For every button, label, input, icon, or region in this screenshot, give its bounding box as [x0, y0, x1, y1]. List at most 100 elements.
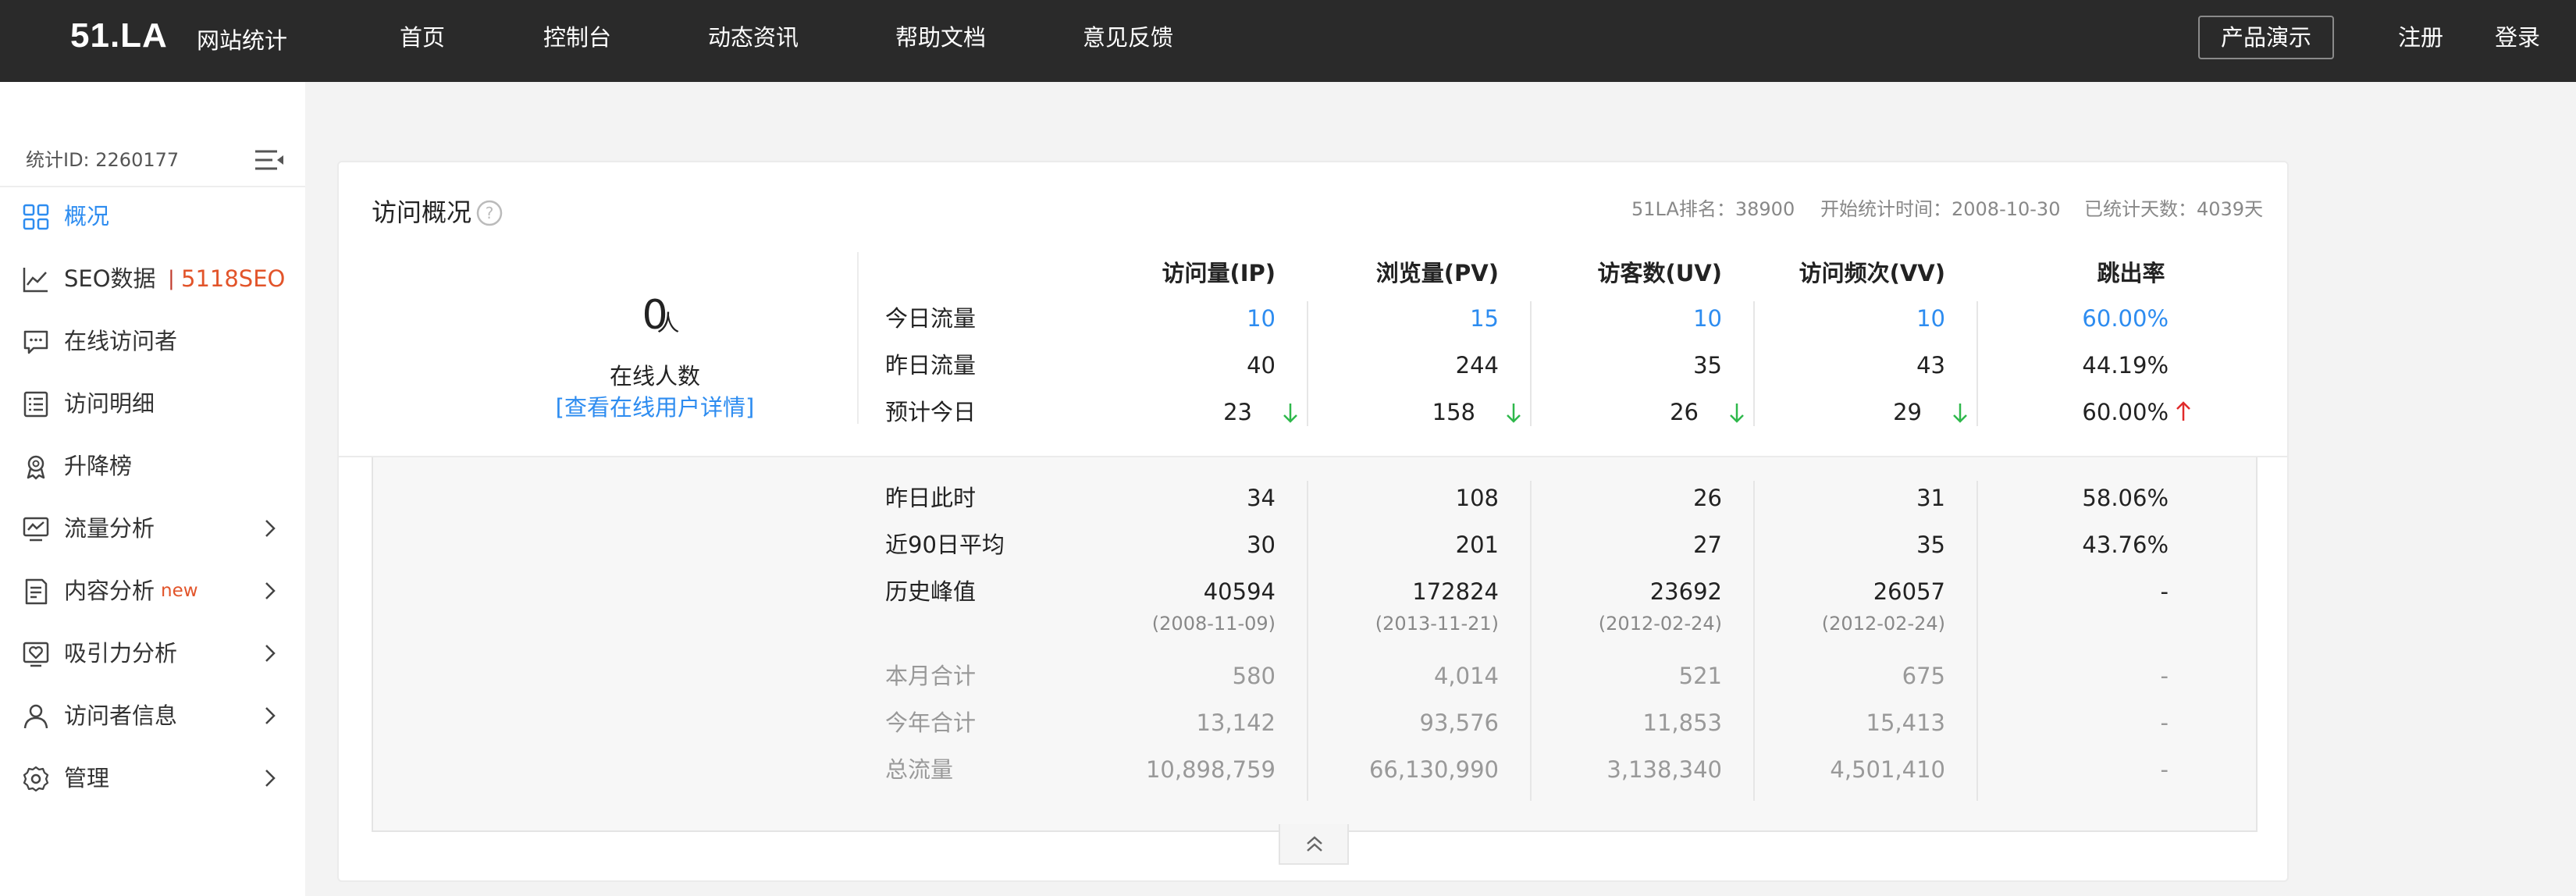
- monitor-chart-icon: [23, 517, 49, 542]
- sidebar-item-traffic-analysis[interactable]: 流量分析: [0, 505, 305, 552]
- sidebar-item-label: 管理: [64, 765, 110, 791]
- col-header-ip: 访问量(IP): [1162, 260, 1276, 286]
- row-label-yesterday-now: 昨日此时: [885, 485, 977, 511]
- cell-forecast-ip: 23: [1223, 399, 1252, 425]
- logo-subtitle: 网站统计: [197, 27, 288, 54]
- chat-icon: [23, 330, 48, 354]
- register-link[interactable]: 注册: [2398, 22, 2443, 53]
- sidebar-item-overview[interactable]: 概况: [0, 193, 305, 240]
- cell-peak-bounce: -: [2160, 578, 2169, 605]
- cell-ydn-pv: 108: [1455, 485, 1499, 511]
- sidebar-item-attraction-analysis[interactable]: 吸引力分析: [0, 630, 305, 677]
- nav-feedback[interactable]: 意见反馈: [1083, 22, 1173, 53]
- arrow-down-icon: [1283, 404, 1297, 423]
- sidebar-item-label: 升降榜: [64, 453, 133, 479]
- sidebar-item-content-analysis[interactable]: 内容分析 new: [0, 567, 305, 614]
- sidebar-item-visitor-info[interactable]: 访问者信息: [0, 692, 305, 739]
- column-divider: [1307, 301, 1308, 426]
- cell-month-uv: 521: [1678, 663, 1722, 689]
- nav-console[interactable]: 控制台: [543, 22, 611, 53]
- sidebar-item-visit-details[interactable]: 访问明细: [0, 380, 305, 427]
- row-label-peak: 历史峰值: [885, 578, 977, 605]
- column-divider: [1976, 301, 1978, 426]
- cell-year-pv: 93,576: [1419, 709, 1499, 736]
- arrow-up-icon: [2176, 401, 2190, 421]
- product-demo-button[interactable]: 产品演示: [2198, 16, 2334, 59]
- cell-month-vv: 675: [1902, 663, 1945, 689]
- cell-yesterday-uv: 35: [1693, 352, 1722, 379]
- help-icon[interactable]: ?: [476, 200, 503, 226]
- cell-peak-pv: 172824: [1412, 578, 1499, 605]
- col-header-pv: 浏览量(PV): [1375, 260, 1499, 286]
- cell-peak-uv: 23692: [1649, 578, 1722, 605]
- column-divider: [1307, 481, 1308, 801]
- login-link[interactable]: 登录: [2495, 22, 2540, 53]
- peak-date-ip: (2008-11-09): [1151, 613, 1276, 635]
- sidebar: 统计ID: 2260177 概况 SEO数据 | 5118SEO 在线访问者 访…: [0, 82, 305, 896]
- rank-text: 51LA排名：38900: [1631, 198, 1795, 220]
- online-unit: 人: [656, 310, 680, 336]
- nav-help-docs[interactable]: 帮助文档: [895, 22, 986, 53]
- nav-news[interactable]: 动态资讯: [708, 22, 799, 53]
- cell-forecast-uv: 26: [1670, 399, 1699, 425]
- cell-ydn-ip: 34: [1247, 485, 1276, 511]
- sidebar-item-manage[interactable]: 管理: [0, 755, 305, 802]
- sidebar-item-label: 流量分析: [64, 515, 155, 542]
- sidebar-item-rank-changes[interactable]: 升降榜: [0, 443, 305, 489]
- gear-icon: [23, 766, 49, 792]
- nav-home[interactable]: 首页: [400, 22, 445, 53]
- cell-ydn-uv: 26: [1693, 485, 1722, 511]
- online-details-link[interactable]: [查看在线用户详情]: [471, 392, 838, 423]
- column-divider: [1753, 481, 1755, 801]
- cell-today-uv: 10: [1693, 305, 1722, 332]
- row-label-month-total: 本月合计: [885, 663, 977, 689]
- sidebar-divider: [0, 186, 305, 187]
- peak-date-pv: (2013-11-21): [1375, 613, 1499, 635]
- arrow-down-icon: [1730, 404, 1744, 423]
- cell-year-vv: 15,413: [1866, 709, 1945, 736]
- sidebar-collapse-icon[interactable]: [254, 144, 285, 176]
- double-chevron-up-icon: [1307, 836, 1322, 852]
- row-label-yesterday: 昨日流量: [885, 352, 977, 379]
- document-icon: [25, 578, 48, 605]
- cell-forecast-vv: 29: [1893, 399, 1922, 425]
- cell-year-bounce: -: [2160, 709, 2169, 736]
- grid-icon: [23, 204, 49, 230]
- arrow-down-icon: [1953, 404, 1967, 423]
- column-divider: [1530, 301, 1532, 426]
- cell-month-pv: 4,014: [1433, 663, 1499, 689]
- heart-screen-icon: [23, 642, 49, 667]
- badge-icon: [27, 455, 45, 480]
- top-navbar: 51.LA 网站统计 首页 控制台 动态资讯 帮助文档 意见反馈 产品演示 注册…: [0, 0, 2576, 82]
- tag-separator: |: [168, 267, 175, 290]
- cell-today-ip: 10: [1247, 305, 1276, 332]
- cell-total-pv: 66,130,990: [1368, 756, 1499, 783]
- row-label-forecast: 预计今日: [885, 399, 977, 425]
- sidebar-item-online-visitors[interactable]: 在线访问者: [0, 318, 305, 364]
- cell-yesterday-ip: 40: [1247, 352, 1276, 379]
- seo-5118-tag[interactable]: 5118SEO: [181, 263, 285, 294]
- cell-peak-ip: 40594: [1203, 578, 1276, 605]
- col-header-uv: 访客数(UV): [1597, 260, 1722, 286]
- cell-total-uv: 3,138,340: [1606, 756, 1722, 783]
- cell-peak-vv: 26057: [1873, 578, 1945, 605]
- sidebar-item-label: 吸引力分析: [64, 640, 178, 667]
- peak-date-uv: (2012-02-24): [1598, 613, 1722, 635]
- cell-avg90-uv: 27: [1693, 532, 1722, 558]
- svg-text:?: ?: [486, 204, 494, 222]
- cell-month-ip: 580: [1232, 663, 1276, 689]
- sidebar-item-label: 概况: [64, 203, 110, 229]
- peak-date-vv: (2012-02-24): [1821, 613, 1945, 635]
- sidebar-item-seo[interactable]: SEO数据 | 5118SEO: [0, 255, 305, 302]
- cell-avg90-pv: 201: [1455, 532, 1499, 558]
- logo[interactable]: 51.LA: [70, 19, 168, 53]
- start-date-text: 开始统计时间：2008-10-30: [1820, 198, 2061, 220]
- cell-avg90-vv: 35: [1916, 532, 1945, 558]
- overview-card: 访问概况 ? 51LA排名：38900 开始统计时间：2008-10-30 已统…: [337, 161, 2289, 882]
- panel-divider: [857, 252, 859, 424]
- chevron-right-icon: [265, 582, 276, 599]
- collapse-toggle-button[interactable]: [1279, 824, 1349, 865]
- cell-avg90-ip: 30: [1247, 532, 1276, 558]
- stat-id: 统计ID: 2260177: [26, 149, 180, 171]
- new-badge: new: [161, 581, 198, 601]
